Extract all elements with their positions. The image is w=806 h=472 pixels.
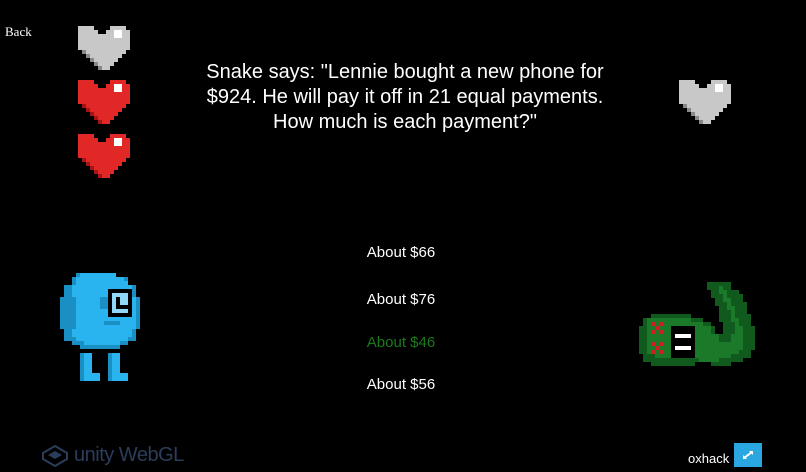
unity-webgl-logo: unity WebGL bbox=[42, 444, 184, 467]
unity-webgl-text: unity WebGL bbox=[74, 444, 184, 466]
answer-option[interactable]: About $76 bbox=[330, 291, 472, 308]
question-text: Snake says: "Lennie bought a new phone f… bbox=[206, 61, 604, 133]
author-label: oxhack bbox=[688, 451, 730, 466]
answer-option[interactable]: About $66 bbox=[330, 244, 472, 261]
back-button[interactable]: Back bbox=[5, 24, 32, 40]
fullscreen-icon bbox=[743, 451, 753, 459]
player-heart-icon-full bbox=[78, 134, 130, 178]
player-heart-icon-full bbox=[78, 80, 130, 124]
unity-cube-icon bbox=[42, 444, 68, 467]
player-heart-icon-empty bbox=[78, 26, 130, 70]
answer-option[interactable]: About $56 bbox=[330, 376, 472, 393]
snake-enemy bbox=[639, 282, 755, 366]
enemy-heart-icon-empty bbox=[679, 80, 731, 124]
player-character bbox=[60, 273, 140, 381]
fullscreen-button[interactable] bbox=[734, 443, 762, 467]
answer-option[interactable]: About $46 bbox=[330, 334, 472, 351]
